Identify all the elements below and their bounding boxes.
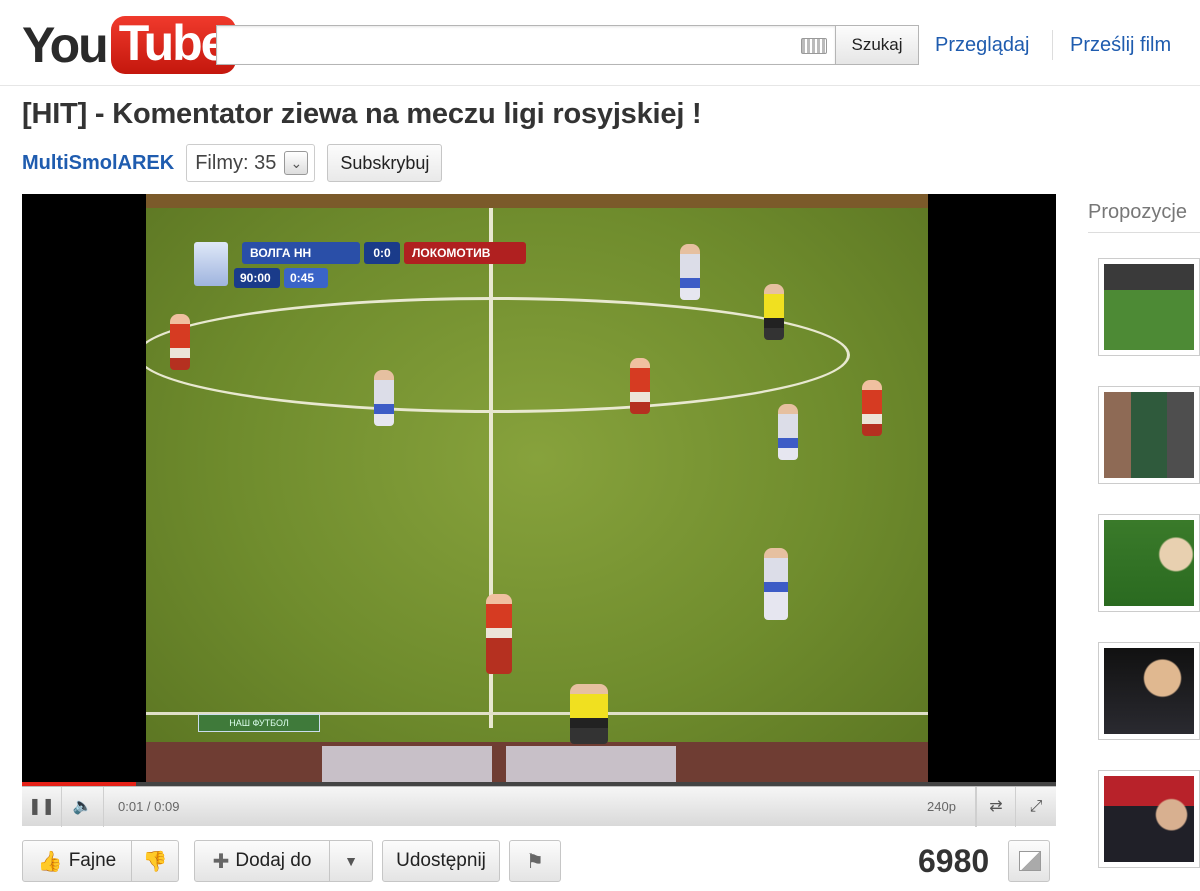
thumbnail-image [1104,520,1194,606]
tv-channel-tag: НАШ ФУТБОЛ [198,714,320,732]
quality-selector[interactable]: 240p [908,787,976,827]
footballer [486,594,512,674]
youtube-logo[interactable]: You Tube [22,14,237,76]
add-to-dropdown[interactable]: ▼ [329,840,373,882]
dislike-button[interactable]: 👎 [131,840,179,882]
away-team: ЛОКОМОТИВ [404,242,526,264]
subscribe-button[interactable]: Subskrybuj [327,144,443,182]
footballer [374,370,394,426]
scoreboard: ВОЛГА НН 0:0 ЛОКОМОТИВ 90:00 0:45 [192,238,532,290]
videos-count-label: Filmy: 35 [195,151,277,174]
chevron-down-icon[interactable]: ⌄ [284,151,309,175]
flag-icon: ⚑ [526,850,544,873]
ad-board [322,746,492,782]
thumbnail-image [1104,392,1194,478]
footballer [680,244,700,300]
plus-icon: ✚ [212,850,230,873]
suggested-video-thumbnail[interactable] [1098,770,1200,868]
footballer [764,548,788,620]
masthead: You Tube Szukaj Przeglądaj Prześlij film [0,0,1200,86]
player-controls: ❚❚ 🔈 0:01 / 0:09 240p ⇄ ⤢ [22,786,1056,827]
like-label: Fajne [68,850,117,871]
thumbs-up-icon: 👍 [37,850,63,873]
caret-down-icon: ▼ [344,853,358,869]
browse-link[interactable]: Przeglądaj [935,34,1030,57]
share-button[interactable]: Udostępnij [382,840,500,882]
suggested-video-thumbnail[interactable] [1098,258,1200,356]
search-input[interactable] [217,26,787,64]
channel-link[interactable]: MultiSmolAREK [22,152,174,175]
video-frame[interactable]: ВОЛГА НН 0:0 ЛОКОМОТИВ 90:00 0:45 НАШ ФУ… [146,194,928,782]
suggestions-divider [1088,232,1200,233]
add-to-label: Dodaj do [235,850,312,871]
search-box [216,25,836,65]
volume-icon[interactable]: 🔈 [62,787,104,827]
time-display: 0:01 / 0:09 [118,799,180,814]
stats-icon [1019,851,1041,871]
add-to-button[interactable]: ✚ Dodaj do [194,840,330,882]
home-team: ВОЛГА НН [242,242,360,264]
footballer [778,404,798,460]
video-player[interactable]: ВОЛГА НН 0:0 ЛОКОМОТИВ 90:00 0:45 НАШ ФУ… [22,194,1056,827]
thumbnail-image [1104,776,1194,862]
search-button[interactable]: Szukaj [835,25,919,65]
footballer [630,358,650,414]
logo-you-text: You [22,17,109,73]
actions-bar: 👍 Fajne 👎 ✚ Dodaj do ▼ Udostępnij ⚑ 6980 [22,840,1056,882]
suggested-video-thumbnail[interactable] [1098,514,1200,612]
match-clock: 90:00 [234,268,280,288]
pause-icon[interactable]: ❚❚ [22,787,62,827]
stats-button[interactable] [1008,840,1050,882]
assistant-referee [570,684,608,744]
keyboard-icon[interactable] [801,38,827,54]
suggested-video-thumbnail[interactable] [1098,386,1200,484]
like-button[interactable]: 👍 Fajne [22,840,132,882]
popout-icon[interactable]: ⇄ [976,787,1016,827]
fullscreen-icon[interactable]: ⤢ [1016,787,1056,827]
center-circle [146,297,850,413]
suggested-video-thumbnail[interactable] [1098,642,1200,740]
stadium-top [146,194,928,208]
channel-row: MultiSmolAREK Filmy: 35 ⌄ Subskrybuj [22,143,443,183]
footballer [862,380,882,436]
thumbs-down-icon: 👎 [142,850,168,873]
ad-board [506,746,676,782]
footballer [170,314,190,370]
suggestions-heading: Propozycje [1088,201,1187,223]
flag-button[interactable]: ⚑ [509,840,561,882]
upload-link[interactable]: Prześlij film [1070,34,1171,57]
nav-divider [1052,30,1053,60]
referee [764,284,784,340]
video-title: [HIT] - Komentator ziewa na meczu ligi r… [22,98,702,130]
thumbnail-image [1104,648,1194,734]
score: 0:0 [364,242,400,264]
view-count: 6980 [918,843,990,879]
added-time: 0:45 [284,268,328,288]
thumbnail-image [1104,264,1194,350]
league-logo-icon [194,242,228,286]
channel-videos-dropdown[interactable]: Filmy: 35 ⌄ [186,144,316,182]
